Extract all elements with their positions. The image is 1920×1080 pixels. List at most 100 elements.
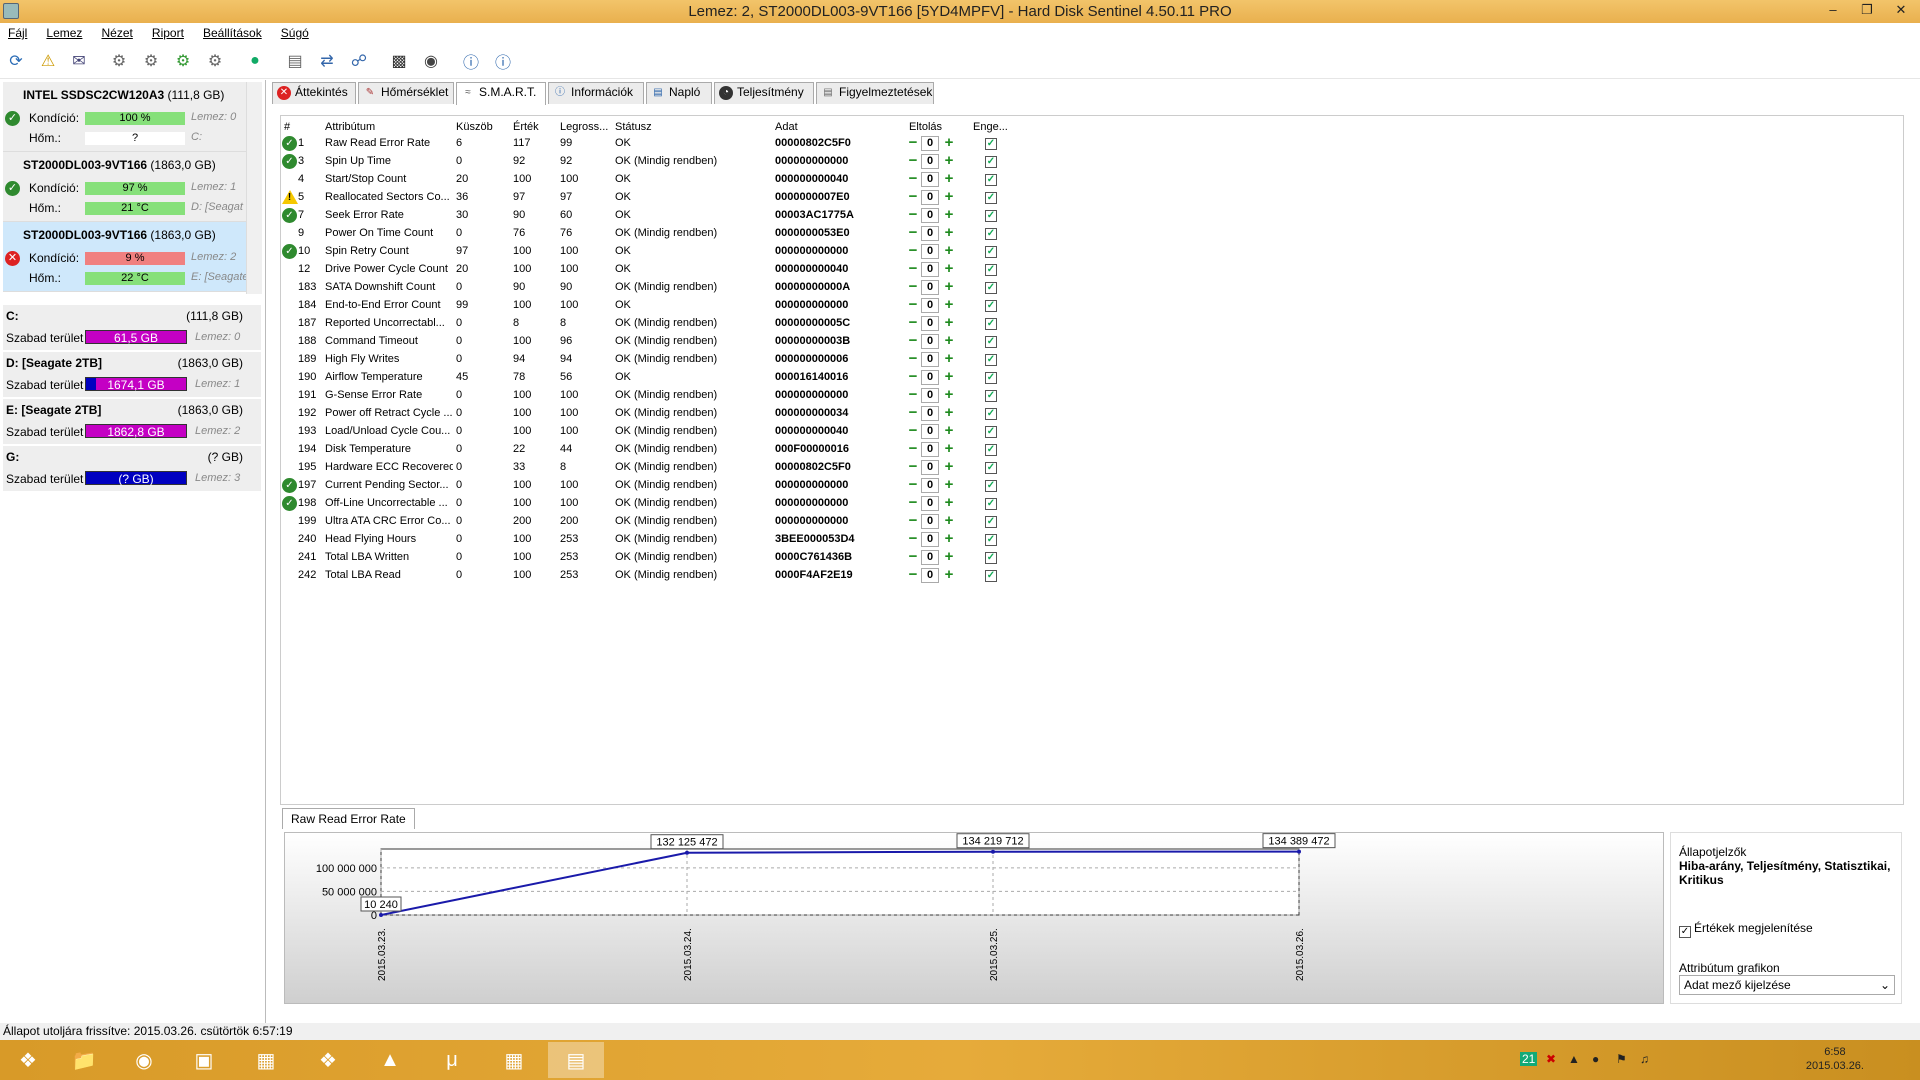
offset-stepper[interactable]: −0 + — [905, 315, 961, 332]
plus-icon[interactable]: + — [943, 263, 955, 275]
calendar-taskbar-icon[interactable]: ▦ — [238, 1042, 294, 1078]
offset-stepper[interactable]: −0 + — [905, 459, 961, 476]
shield-icon[interactable]: ◉ — [418, 48, 444, 74]
enable-checkbox[interactable]: ✓ — [985, 336, 997, 348]
offset-stepper[interactable]: −0 + — [905, 441, 961, 458]
refresh-icon[interactable]: ⟳ — [3, 48, 29, 74]
enable-checkbox[interactable]: ✓ — [985, 480, 997, 492]
enable-checkbox[interactable]: ✓ — [985, 138, 997, 150]
save-taskbar-icon[interactable]: ▣ — [176, 1042, 232, 1078]
offset-stepper[interactable]: −0 + — [905, 405, 961, 422]
disk-entry-2[interactable]: ST2000DL003-9VT166 (1863,0 GB) ✕ Kondíci… — [3, 222, 247, 292]
offset-value[interactable]: 0 — [921, 442, 939, 457]
plus-icon[interactable]: + — [943, 497, 955, 509]
document-icon[interactable]: ▤ — [282, 48, 308, 74]
start-button[interactable]: ❖ — [0, 1042, 56, 1078]
offset-value[interactable]: 0 — [921, 154, 939, 169]
volume-entry-d[interactable]: D: [Seagate 2TB] (1863,0 GB) Szabad terü… — [3, 352, 261, 397]
offset-stepper[interactable]: −0 + — [905, 153, 961, 170]
menu-help[interactable]: Súgó — [273, 23, 317, 43]
table-row[interactable]: 4 Start/Stop Count 20 100 100 OK 000000000040 −… — [281, 171, 1051, 189]
plus-icon[interactable]: + — [943, 137, 955, 149]
table-row[interactable]: ✓ 197 Current Pending Sector... 0 100 100 OK (… — [281, 477, 1051, 495]
minus-icon[interactable]: − — [907, 425, 919, 437]
plus-icon[interactable]: + — [943, 443, 955, 455]
plus-icon[interactable]: + — [943, 479, 955, 491]
plus-icon[interactable]: + — [943, 173, 955, 185]
plus-icon[interactable]: + — [943, 335, 955, 347]
tray-app-icon[interactable]: ▲ — [1568, 1052, 1580, 1066]
plus-icon[interactable]: + — [943, 389, 955, 401]
enable-checkbox[interactable]: ✓ — [985, 228, 997, 240]
menu-file[interactable]: Fájl — [0, 23, 35, 43]
offset-value[interactable]: 0 — [921, 388, 939, 403]
plus-icon[interactable]: + — [943, 227, 955, 239]
table-row[interactable]: 189 High Fly Writes 0 94 94 OK (Mindig rendbe… — [281, 351, 1051, 369]
offset-stepper[interactable]: −0 + — [905, 369, 961, 386]
minus-icon[interactable]: − — [907, 191, 919, 203]
plus-icon[interactable]: + — [943, 515, 955, 527]
offset-stepper[interactable]: −0 + — [905, 243, 961, 260]
enable-checkbox[interactable]: ✓ — [985, 246, 997, 258]
offset-value[interactable]: 0 — [921, 334, 939, 349]
table-row[interactable]: 195 Hardware ECC Recovered 0 33 8 OK (Mindig … — [281, 459, 1051, 477]
table-row[interactable]: 242 Total LBA Read 0 100 253 OK (Mindig rendb… — [281, 567, 1051, 585]
network-icon[interactable]: ☍ — [346, 48, 372, 74]
enable-checkbox[interactable]: ✓ — [985, 156, 997, 168]
plus-icon[interactable]: + — [943, 155, 955, 167]
enable-checkbox[interactable]: ✓ — [985, 210, 997, 222]
enable-checkbox[interactable]: ✓ — [985, 426, 997, 438]
offset-value[interactable]: 0 — [921, 316, 939, 331]
minus-icon[interactable]: − — [907, 299, 919, 311]
disk-list-scrollbar[interactable] — [246, 82, 262, 294]
plus-icon[interactable]: + — [943, 317, 955, 329]
show-values-checkbox[interactable]: ✓ Értékek megjelenítése — [1679, 921, 1813, 938]
offset-stepper[interactable]: −0 + — [905, 135, 961, 152]
plus-icon[interactable]: + — [943, 425, 955, 437]
offset-stepper[interactable]: −0 + — [905, 279, 961, 296]
table-row[interactable]: ✓ 10 Spin Retry Count 97 100 100 OK 00000000000… — [281, 243, 1051, 261]
disk-tool-icon[interactable]: ⚙ — [202, 48, 228, 74]
app-taskbar-icon[interactable]: ▲ — [362, 1042, 418, 1078]
offset-value[interactable]: 0 — [921, 424, 939, 439]
minus-icon[interactable]: − — [907, 155, 919, 167]
menu-disk[interactable]: Lemez — [38, 23, 90, 43]
offset-stepper[interactable]: −0 + — [905, 333, 961, 350]
table-row[interactable]: ✓ 1 Raw Read Error Rate 6 117 99 OK 00000802C5F… — [281, 135, 1051, 153]
offset-value[interactable]: 0 — [921, 478, 939, 493]
offset-value[interactable]: 0 — [921, 136, 939, 151]
volume-entry-e[interactable]: E: [Seagate 2TB] (1863,0 GB) Szabad terü… — [3, 399, 261, 444]
tab-information[interactable]: ⓘ Információk — [548, 82, 644, 104]
offset-stepper[interactable]: −0 + — [905, 207, 961, 224]
table-row[interactable]: ✓ 3 Spin Up Time 0 92 92 OK (Mindig rendben) 00… — [281, 153, 1051, 171]
enable-checkbox[interactable]: ✓ — [985, 192, 997, 204]
info-icon[interactable]: ⓘ — [490, 48, 516, 74]
enable-checkbox[interactable]: ✓ — [985, 534, 997, 546]
tray-volume-icon[interactable]: ♫ — [1640, 1052, 1649, 1066]
disk-surface-icon[interactable]: ⚙ — [138, 48, 164, 74]
table-row[interactable]: ✓ 7 Seek Error Rate 30 90 60 OK 00003AC1775A −0 +… — [281, 207, 1051, 225]
menu-report[interactable]: Riport — [144, 23, 192, 43]
offset-value[interactable]: 0 — [921, 208, 939, 223]
tab-log[interactable]: ▤ Napló — [646, 82, 712, 104]
menu-view[interactable]: Nézet — [94, 23, 141, 43]
table-row[interactable]: 9 Power On Time Count 0 76 76 OK (Mindig rend… — [281, 225, 1051, 243]
table-row[interactable]: ✓ 198 Off-Line Uncorrectable ... 0 100 100 OK … — [281, 495, 1051, 513]
offset-value[interactable]: 0 — [921, 514, 939, 529]
table-row[interactable]: 191 G-Sense Error Rate 0 100 100 OK (Mindig r… — [281, 387, 1051, 405]
table-row[interactable]: 193 Load/Unload Cycle Cou... 0 100 100 OK (Mi… — [281, 423, 1051, 441]
disk-entry-1[interactable]: ST2000DL003-9VT166 (1863,0 GB) ✓ Kondíci… — [3, 152, 246, 222]
offset-value[interactable]: 0 — [921, 496, 939, 511]
table-row[interactable]: 241 Total LBA Written 0 100 253 OK (Mindig re… — [281, 549, 1051, 567]
table-row[interactable]: ! 5 Reallocated Sectors Co... 36 97 97 OK 00000… — [281, 189, 1051, 207]
minus-icon[interactable]: − — [907, 389, 919, 401]
tab-temperature[interactable]: ✎ Hőmérséklet — [358, 82, 454, 104]
offset-stepper[interactable]: −0 + — [905, 423, 961, 440]
table-row[interactable]: 194 Disk Temperature 0 22 44 OK (Mindig rendb… — [281, 441, 1051, 459]
tray-error-icon[interactable]: ✖ — [1546, 1052, 1556, 1066]
offset-value[interactable]: 0 — [921, 532, 939, 547]
remote-taskbar-icon[interactable]: ▦ — [486, 1042, 542, 1078]
minus-icon[interactable]: − — [907, 407, 919, 419]
restore-button[interactable]: ❐ — [1852, 1, 1882, 21]
help-icon[interactable]: ⓘ — [458, 48, 484, 74]
